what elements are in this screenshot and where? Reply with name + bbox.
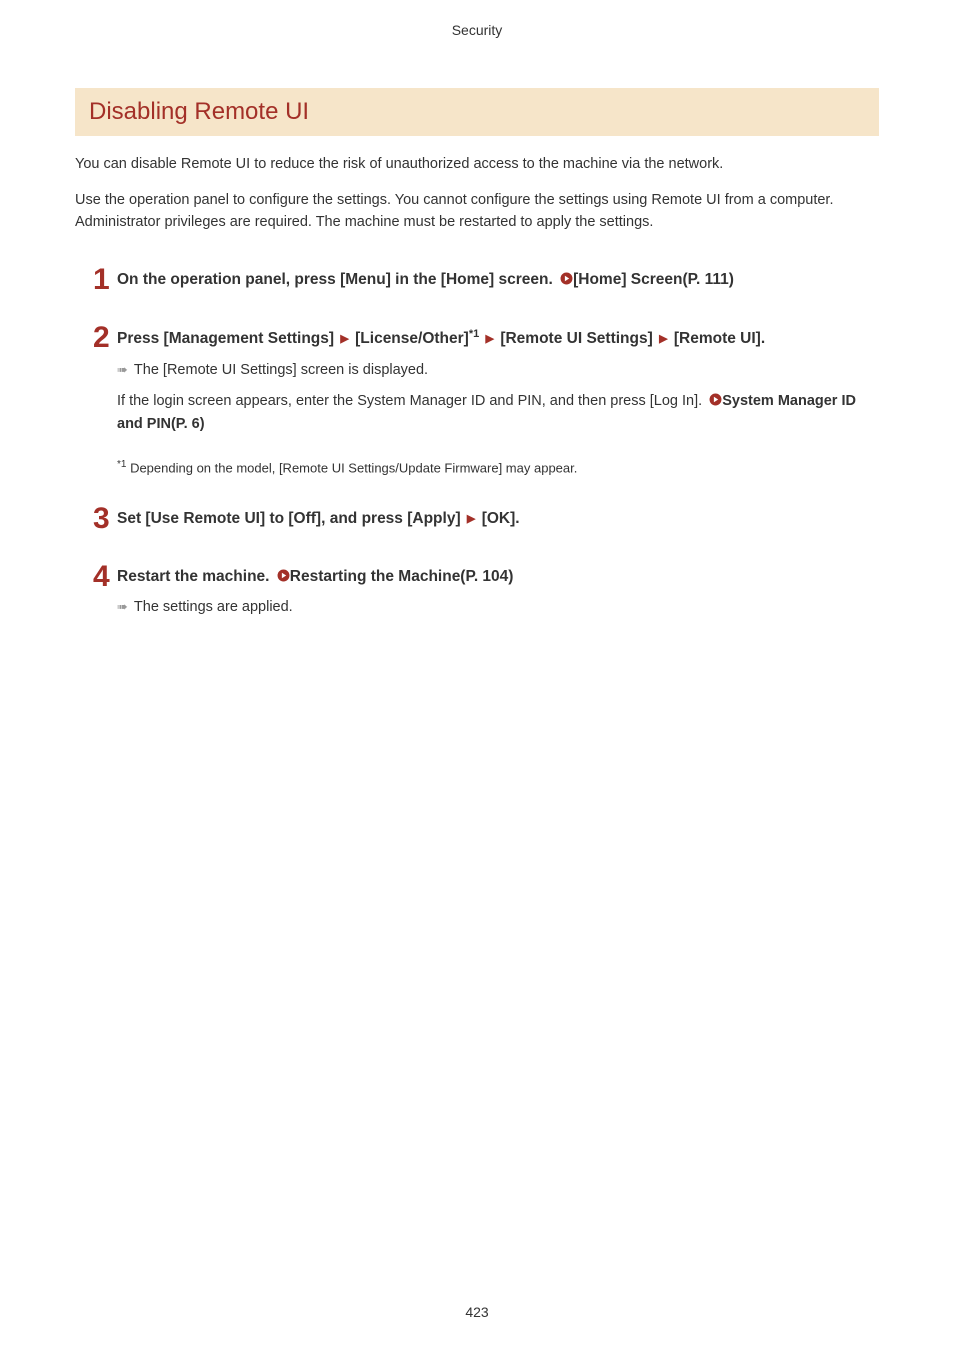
step-number-2: 2 [75, 323, 117, 353]
step-2: 2 Press [Management Settings] ▶ [License… [75, 323, 879, 475]
triangle-separator-icon: ▶ [465, 513, 477, 525]
step2-text-b: [License/Other] [351, 330, 469, 347]
step-title-3: Set [Use Remote UI] to [Off], and press … [117, 507, 879, 532]
step-title-2: Press [Management Settings] ▶ [License/O… [117, 326, 879, 352]
intro-paragraph-1: You can disable Remote UI to reduce the … [75, 154, 879, 176]
step4-text: Restart the machine. [117, 568, 274, 585]
triangle-separator-icon: ▶ [338, 333, 350, 345]
steps-list: 1 On the operation panel, press [Menu] i… [75, 247, 879, 615]
step-number-3: 3 [75, 504, 117, 534]
step2-text-d: [Remote UI]. [670, 330, 766, 347]
step-body-3: Set [Use Remote UI] to [Off], and press … [117, 504, 879, 532]
footnote-text: Depending on the model, [Remote UI Setti… [126, 461, 577, 476]
result-arrow-icon: ➠ [117, 599, 128, 615]
triangle-separator-icon: ▶ [484, 333, 496, 345]
step4-bullet: ➠ The settings are applied. [117, 599, 879, 615]
step2-note-text: If the login screen appears, enter the S… [117, 393, 706, 409]
link-icon [277, 566, 290, 588]
link-icon [709, 391, 722, 413]
step-title-1: On the operation panel, press [Menu] in … [117, 268, 879, 293]
title-bar: Disabling Remote UI [75, 88, 879, 136]
step-number-4: 4 [75, 562, 117, 592]
step2-footnote: *1 Depending on the model, [Remote UI Se… [117, 459, 879, 475]
step2-bullet-text: The [Remote UI Settings] screen is displ… [134, 362, 428, 378]
page-title: Disabling Remote UI [89, 98, 865, 126]
step2-bullet: ➠ The [Remote UI Settings] screen is dis… [117, 362, 879, 378]
link-icon [560, 269, 573, 291]
intro-paragraph-2: Use the operation panel to configure the… [75, 190, 879, 212]
step-title-4: Restart the machine. Restarting the Mach… [117, 565, 879, 590]
page-container: Disabling Remote UI You can disable Remo… [0, 88, 954, 615]
step3-text-a: Set [Use Remote UI] to [Off], and press … [117, 510, 465, 527]
link-restarting-machine[interactable]: Restarting the Machine(P. 104) [290, 568, 514, 585]
intro-paragraph-3: Administrator privileges are required. T… [75, 212, 879, 234]
page-header: Security [0, 0, 954, 88]
step-4: 4 Restart the machine. Restarting the Ma… [75, 562, 879, 616]
triangle-separator-icon: ▶ [657, 333, 669, 345]
step2-text-c: [Remote UI Settings] [496, 330, 657, 347]
step3-text-b: [OK]. [477, 510, 519, 527]
step-body-1: On the operation panel, press [Menu] in … [117, 265, 879, 293]
step-number-1: 1 [75, 265, 117, 295]
page-number: 423 [0, 1304, 954, 1320]
step2-sup: *1 [469, 328, 479, 340]
step4-bullet-text: The settings are applied. [134, 599, 293, 615]
step-1: 1 On the operation panel, press [Menu] i… [75, 265, 879, 295]
step1-text: On the operation panel, press [Menu] in … [117, 271, 557, 288]
step2-text-a: Press [Management Settings] [117, 330, 338, 347]
step-3: 3 Set [Use Remote UI] to [Off], and pres… [75, 504, 879, 534]
step2-note: If the login screen appears, enter the S… [117, 390, 879, 435]
result-arrow-icon: ➠ [117, 362, 128, 378]
step-body-4: Restart the machine. Restarting the Mach… [117, 562, 879, 616]
link-home-screen[interactable]: [Home] Screen(P. 111) [573, 271, 734, 288]
step-body-2: Press [Management Settings] ▶ [License/O… [117, 323, 879, 475]
